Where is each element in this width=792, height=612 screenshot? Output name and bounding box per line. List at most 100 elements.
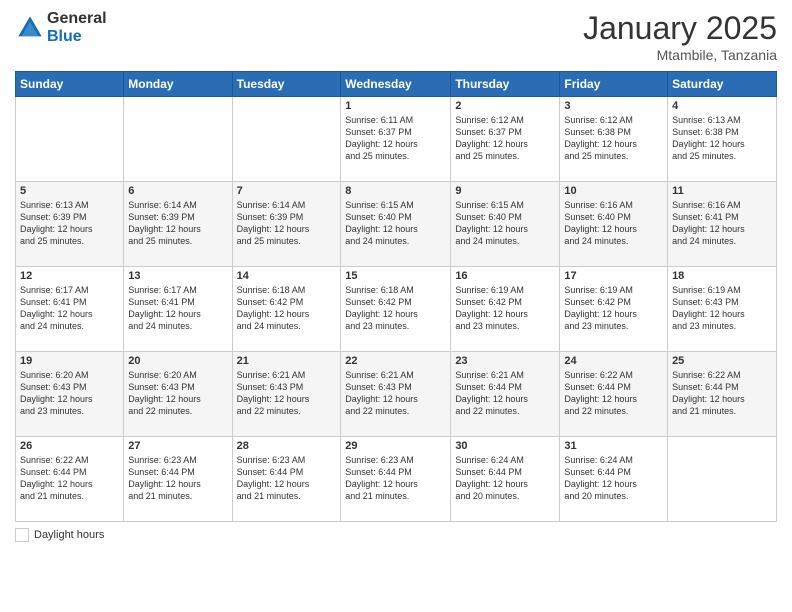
footer: Daylight hours (15, 528, 777, 542)
location: Mtambile, Tanzania (583, 47, 777, 63)
calendar-cell: 2 Sunrise: 6:12 AM Sunset: 6:37 PM Daylig… (451, 97, 560, 182)
calendar-header-row: SundayMondayTuesdayWednesdayThursdayFrid… (16, 72, 777, 97)
day-number: 6 (128, 185, 227, 197)
day-detail: Sunrise: 6:21 AM Sunset: 6:43 PM Dayligh… (345, 369, 446, 418)
day-number: 30 (455, 440, 555, 452)
footer-label: Daylight hours (34, 529, 104, 541)
day-number: 18 (672, 270, 772, 282)
calendar-cell: 9Sunrise: 6:15 AM Sunset: 6:40 PM Daylig… (451, 182, 560, 267)
day-detail: Sunrise: 6:12 AM Sunset: 6:38 PM Dayligh… (564, 114, 663, 163)
month-title: January 2025 (583, 10, 777, 47)
day-number: 23 (455, 355, 555, 367)
calendar-week-4: 19 Sunrise: 6:20 AM Sunset: 6:43 PM Dayli… (16, 352, 777, 437)
day-number: 27 (128, 440, 227, 452)
day-number: 1 (345, 100, 446, 112)
calendar-cell: 13Sunrise: 6:17 AM Sunset: 6:41 PM Dayli… (124, 267, 232, 352)
day-number: 25 (672, 355, 772, 367)
calendar-cell: 17 Sunrise: 6:19 AM Sunset: 6:42 PM Dayli… (560, 267, 668, 352)
day-number: 8 (345, 185, 446, 197)
day-number: 2 (455, 100, 555, 112)
calendar-week-5: 26 Sunrise: 6:22 AM Sunset: 6:44 PM Dayli… (16, 437, 777, 522)
calendar-header-saturday: Saturday (668, 72, 777, 97)
logo: General Blue (15, 10, 107, 45)
calendar: SundayMondayTuesdayWednesdayThursdayFrid… (15, 71, 777, 522)
calendar-cell: 22Sunrise: 6:21 AM Sunset: 6:43 PM Dayli… (341, 352, 451, 437)
calendar-cell: 18 Sunrise: 6:19 AM Sunset: 6:43 PM Dayli… (668, 267, 777, 352)
day-detail: Sunrise: 6:23 AM Sunset: 6:44 PM Dayligh… (345, 454, 446, 503)
calendar-cell: 16Sunrise: 6:19 AM Sunset: 6:42 PM Dayli… (451, 267, 560, 352)
day-detail: Sunrise: 6:23 AM Sunset: 6:44 PM Dayligh… (237, 454, 337, 503)
calendar-cell (124, 97, 232, 182)
day-number: 5 (20, 185, 119, 197)
day-number: 16 (455, 270, 555, 282)
calendar-cell: 26 Sunrise: 6:22 AM Sunset: 6:44 PM Dayli… (16, 437, 124, 522)
calendar-cell: 27Sunrise: 6:23 AM Sunset: 6:44 PM Dayli… (124, 437, 232, 522)
day-number: 20 (128, 355, 227, 367)
calendar-cell: 7 Sunrise: 6:14 AM Sunset: 6:39 PM Daylig… (232, 182, 341, 267)
day-detail: Sunrise: 6:20 AM Sunset: 6:43 PM Dayligh… (128, 369, 227, 418)
day-detail: Sunrise: 6:17 AM Sunset: 6:41 PM Dayligh… (128, 284, 227, 333)
calendar-cell (16, 97, 124, 182)
calendar-cell: 14 Sunrise: 6:18 AM Sunset: 6:42 PM Dayli… (232, 267, 341, 352)
day-detail: Sunrise: 6:11 AM Sunset: 6:37 PM Dayligh… (345, 114, 446, 163)
calendar-cell: 5Sunrise: 6:13 AM Sunset: 6:39 PM Daylig… (16, 182, 124, 267)
day-detail: Sunrise: 6:19 AM Sunset: 6:42 PM Dayligh… (564, 284, 663, 333)
day-number: 19 (20, 355, 119, 367)
day-detail: Sunrise: 6:20 AM Sunset: 6:43 PM Dayligh… (20, 369, 119, 418)
day-detail: Sunrise: 6:24 AM Sunset: 6:44 PM Dayligh… (564, 454, 663, 503)
calendar-cell: 19 Sunrise: 6:20 AM Sunset: 6:43 PM Dayli… (16, 352, 124, 437)
calendar-cell (668, 437, 777, 522)
day-number: 17 (564, 270, 663, 282)
day-detail: Sunrise: 6:22 AM Sunset: 6:44 PM Dayligh… (20, 454, 119, 503)
day-detail: Sunrise: 6:18 AM Sunset: 6:42 PM Dayligh… (237, 284, 337, 333)
calendar-cell: 29Sunrise: 6:23 AM Sunset: 6:44 PM Dayli… (341, 437, 451, 522)
day-number: 9 (455, 185, 555, 197)
day-number: 3 (564, 100, 663, 112)
calendar-cell (232, 97, 341, 182)
day-number: 12 (20, 270, 119, 282)
title-block: January 2025 Mtambile, Tanzania (583, 10, 777, 63)
day-number: 31 (564, 440, 663, 452)
logo-blue: Blue (47, 28, 107, 46)
day-detail: Sunrise: 6:14 AM Sunset: 6:39 PM Dayligh… (237, 199, 337, 248)
calendar-cell: 10 Sunrise: 6:16 AM Sunset: 6:40 PM Dayli… (560, 182, 668, 267)
day-number: 28 (237, 440, 337, 452)
calendar-cell: 15 Sunrise: 6:18 AM Sunset: 6:42 PM Dayli… (341, 267, 451, 352)
day-number: 7 (237, 185, 337, 197)
calendar-cell: 8Sunrise: 6:15 AM Sunset: 6:40 PM Daylig… (341, 182, 451, 267)
day-number: 4 (672, 100, 772, 112)
calendar-header-friday: Friday (560, 72, 668, 97)
calendar-header-monday: Monday (124, 72, 232, 97)
footer-box (15, 528, 29, 542)
calendar-cell: 23 Sunrise: 6:21 AM Sunset: 6:44 PM Dayli… (451, 352, 560, 437)
day-number: 11 (672, 185, 772, 197)
day-detail: Sunrise: 6:13 AM Sunset: 6:38 PM Dayligh… (672, 114, 772, 163)
calendar-header-sunday: Sunday (16, 72, 124, 97)
calendar-cell: 4 Sunrise: 6:13 AM Sunset: 6:38 PM Daylig… (668, 97, 777, 182)
day-number: 26 (20, 440, 119, 452)
calendar-cell: 30 Sunrise: 6:24 AM Sunset: 6:44 PM Dayli… (451, 437, 560, 522)
calendar-cell: 25 Sunrise: 6:22 AM Sunset: 6:44 PM Dayli… (668, 352, 777, 437)
day-number: 10 (564, 185, 663, 197)
calendar-cell: 21Sunrise: 6:21 AM Sunset: 6:43 PM Dayli… (232, 352, 341, 437)
day-detail: Sunrise: 6:19 AM Sunset: 6:43 PM Dayligh… (672, 284, 772, 333)
calendar-header-thursday: Thursday (451, 72, 560, 97)
day-number: 15 (345, 270, 446, 282)
day-detail: Sunrise: 6:21 AM Sunset: 6:44 PM Dayligh… (455, 369, 555, 418)
calendar-cell: 6Sunrise: 6:14 AM Sunset: 6:39 PM Daylig… (124, 182, 232, 267)
logo-general: General (47, 10, 107, 28)
calendar-cell: 3 Sunrise: 6:12 AM Sunset: 6:38 PM Daylig… (560, 97, 668, 182)
day-detail: Sunrise: 6:22 AM Sunset: 6:44 PM Dayligh… (672, 369, 772, 418)
day-number: 14 (237, 270, 337, 282)
calendar-cell: 1 Sunrise: 6:11 AM Sunset: 6:37 PM Daylig… (341, 97, 451, 182)
calendar-cell: 28 Sunrise: 6:23 AM Sunset: 6:44 PM Dayli… (232, 437, 341, 522)
day-detail: Sunrise: 6:18 AM Sunset: 6:42 PM Dayligh… (345, 284, 446, 333)
calendar-cell: 20 Sunrise: 6:20 AM Sunset: 6:43 PM Dayli… (124, 352, 232, 437)
day-detail: Sunrise: 6:16 AM Sunset: 6:41 PM Dayligh… (672, 199, 772, 248)
calendar-week-1: 1 Sunrise: 6:11 AM Sunset: 6:37 PM Daylig… (16, 97, 777, 182)
day-detail: Sunrise: 6:12 AM Sunset: 6:37 PM Dayligh… (455, 114, 555, 163)
day-detail: Sunrise: 6:16 AM Sunset: 6:40 PM Dayligh… (564, 199, 663, 248)
day-detail: Sunrise: 6:24 AM Sunset: 6:44 PM Dayligh… (455, 454, 555, 503)
calendar-cell: 24Sunrise: 6:22 AM Sunset: 6:44 PM Dayli… (560, 352, 668, 437)
day-number: 21 (237, 355, 337, 367)
